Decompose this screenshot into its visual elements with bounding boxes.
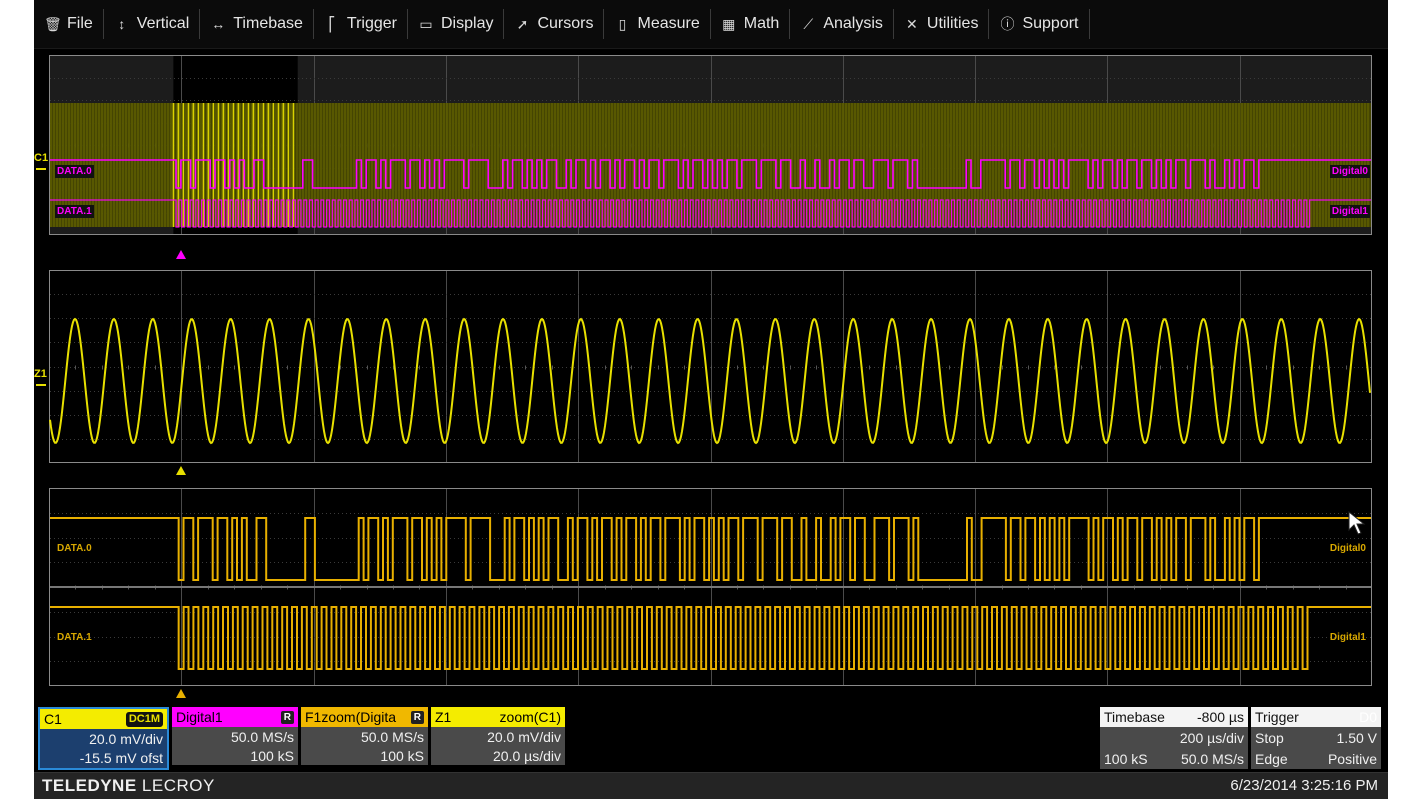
date-time: 6/23/2014 3:25:16 PM (1230, 777, 1378, 794)
menu-label: Utilities (926, 15, 979, 32)
descriptor-f1-rate: 50.0 MS/s (301, 727, 428, 746)
menu-utilities[interactable]: ✕ Utilities (894, 9, 990, 39)
timebase-rate: 50.0 MS/s (1180, 750, 1244, 767)
trigger-mode: Stop (1255, 729, 1284, 746)
channel-marker-c1-tick (36, 168, 46, 170)
trigger-marker-top[interactable] (176, 250, 187, 259)
menu-label: Measure (637, 15, 700, 32)
menu-timebase[interactable]: ↔ Timebase (200, 9, 314, 39)
menu-label: Timebase (233, 15, 303, 32)
trigger-level: 1.50 V (1336, 729, 1377, 746)
menu-vertical[interactable]: ↕ Vertical (104, 9, 201, 39)
tools-icon: ✕ (906, 15, 918, 32)
status-bar: TELEDYNE LECROY 6/23/2014 3:25:16 PM (34, 772, 1388, 799)
chart-icon: ⟋ (803, 15, 814, 32)
descriptor-digital1-r-badge: R (280, 710, 294, 724)
descriptor-z1-tdiv: 20.0 µs/div (431, 746, 565, 765)
menu-label: Display (441, 15, 494, 32)
channel-marker-z1-tick (36, 384, 46, 386)
descriptor-digital1[interactable]: Digital1 R 50.0 MS/s 100 kS (172, 707, 298, 770)
menu-label: File (67, 15, 93, 32)
trigger-source-badge: D0 (1359, 709, 1377, 725)
display-icon: ▭ (419, 15, 433, 32)
trace-label-data1-zoom: DATA.1 (57, 632, 92, 643)
timebase-label: Timebase (1104, 709, 1165, 725)
trace-label-digital1: Digital1 (1329, 205, 1370, 218)
timebase-descriptor[interactable]: Timebase -800 µs 200 µs/div 100 kS 50.0 … (1100, 707, 1248, 770)
trigger-marker-bottom[interactable] (176, 689, 187, 698)
descriptor-digital1-samples: 100 kS (172, 746, 298, 765)
descriptor-f1[interactable]: F1zoom(Digita R 50.0 MS/s 100 kS (301, 707, 428, 770)
grid-z1-zoom[interactable] (49, 270, 1372, 463)
descriptor-z1[interactable]: Z1 zoom(C1) 20.0 mV/div 20.0 µs/div (431, 707, 565, 770)
descriptor-z1-name: Z1 (435, 709, 452, 725)
descriptor-digital1-name: Digital1 (176, 709, 223, 725)
descriptor-z1-vdiv: 20.0 mV/div (431, 727, 565, 746)
trace-label-data0-zoom: DATA.0 (57, 543, 92, 554)
channel-marker-z1[interactable]: Z1 (34, 368, 47, 380)
descriptor-c1-vdiv: 20.0 mV/div (40, 729, 167, 748)
menu-label: Support (1022, 15, 1079, 32)
menu-math[interactable]: ▦ Math (711, 9, 791, 39)
brand-logo: TELEDYNE LECROY (42, 776, 215, 796)
horizontal-arrows-icon: ↔ (211, 16, 226, 32)
timebase-scale: 200 µs/div (1179, 729, 1244, 746)
menu-label: Math (743, 15, 780, 32)
info-icon: ⓘ (1000, 16, 1015, 32)
brand-light: LECROY (136, 776, 215, 795)
menu-trigger[interactable]: ⎡ Trigger (314, 9, 408, 39)
trigger-label: Trigger (1255, 709, 1299, 725)
grid-c1-overview-plot (49, 55, 1372, 235)
trigger-slope: Positive (1327, 750, 1377, 767)
menu-cursors[interactable]: ➚ Cursors (504, 9, 605, 39)
grid-f1-zoom-digital-plot (49, 488, 1372, 686)
grid-z1-zoom-plot (49, 270, 1372, 463)
menu-label: Vertical (136, 15, 190, 32)
timebase-delay: -800 µs (1197, 709, 1244, 725)
menu-bar: 🗑 File ↕ Vertical ↔ Timebase ⎡ Trigger ▭ Display ➚… (34, 0, 1388, 49)
trigger-flag-icon: ⎡ (328, 15, 336, 32)
trace-label-digital1-zoom: Digital1 (1329, 632, 1366, 643)
descriptor-digital1-rate: 50.0 MS/s (172, 727, 298, 746)
cursor-arrow-icon: ➚ (516, 15, 529, 32)
menu-label: Trigger (346, 15, 397, 32)
descriptor-f1-r-badge: R (410, 710, 424, 724)
menu-label: Analysis (823, 15, 883, 32)
trigger-marker-middle[interactable] (176, 466, 187, 475)
descriptor-z1-source: zoom(C1) (499, 709, 561, 725)
menu-display[interactable]: ▭ Display (408, 9, 505, 39)
vertical-arrows-icon: ↕ (118, 16, 126, 32)
menu-support[interactable]: ⓘ Support (989, 9, 1090, 39)
menu-label: Cursors (537, 15, 594, 32)
menu-analysis[interactable]: ⟋ Analysis (790, 9, 894, 39)
descriptor-c1[interactable]: C1 DC1M 20.0 mV/div -15.5 mV ofst (38, 707, 169, 770)
menu-measure[interactable]: ▯ Measure (604, 9, 711, 39)
trace-label-digital0-zoom: Digital0 (1329, 543, 1366, 554)
trigger-descriptor[interactable]: Trigger D0 Stop 1.50 V Edge Positive (1251, 707, 1381, 770)
trace-label-data1: DATA.1 (55, 205, 94, 218)
trace-label-digital0: Digital0 (1329, 165, 1370, 178)
channel-marker-c1[interactable]: C1 (34, 152, 48, 164)
grid-f1-zoom-digital[interactable]: DATA.0 DATA.1 Digital0 Digital1 (49, 488, 1372, 686)
brand-bold: TELEDYNE (42, 776, 137, 795)
descriptor-c1-coupling-badge: DC1M (125, 711, 163, 727)
descriptor-f1-samples: 100 kS (301, 746, 428, 765)
menu-file[interactable]: 🗑 File (34, 9, 104, 39)
descriptor-c1-name: C1 (44, 711, 62, 727)
oscilloscope-screen: 🗑 File ↕ Vertical ↔ Timebase ⎡ Trigger ▭ Display ➚… (34, 0, 1388, 799)
mouse-pointer-icon (1348, 511, 1366, 535)
trash-can-icon: 🗑 (44, 15, 62, 32)
timebase-samples: 100 kS (1104, 750, 1148, 767)
calculator-icon: ▦ (722, 15, 736, 32)
trigger-type: Edge (1255, 750, 1288, 767)
descriptor-c1-offset: -15.5 mV ofst (40, 748, 167, 767)
descriptor-f1-name: F1zoom(Digita (305, 709, 397, 725)
grid-c1-overview[interactable]: DATA.0 DATA.1 Digital0 Digital1 (49, 55, 1372, 235)
trace-label-data0: DATA.0 (55, 165, 94, 178)
measure-icon: ▯ (618, 15, 627, 32)
